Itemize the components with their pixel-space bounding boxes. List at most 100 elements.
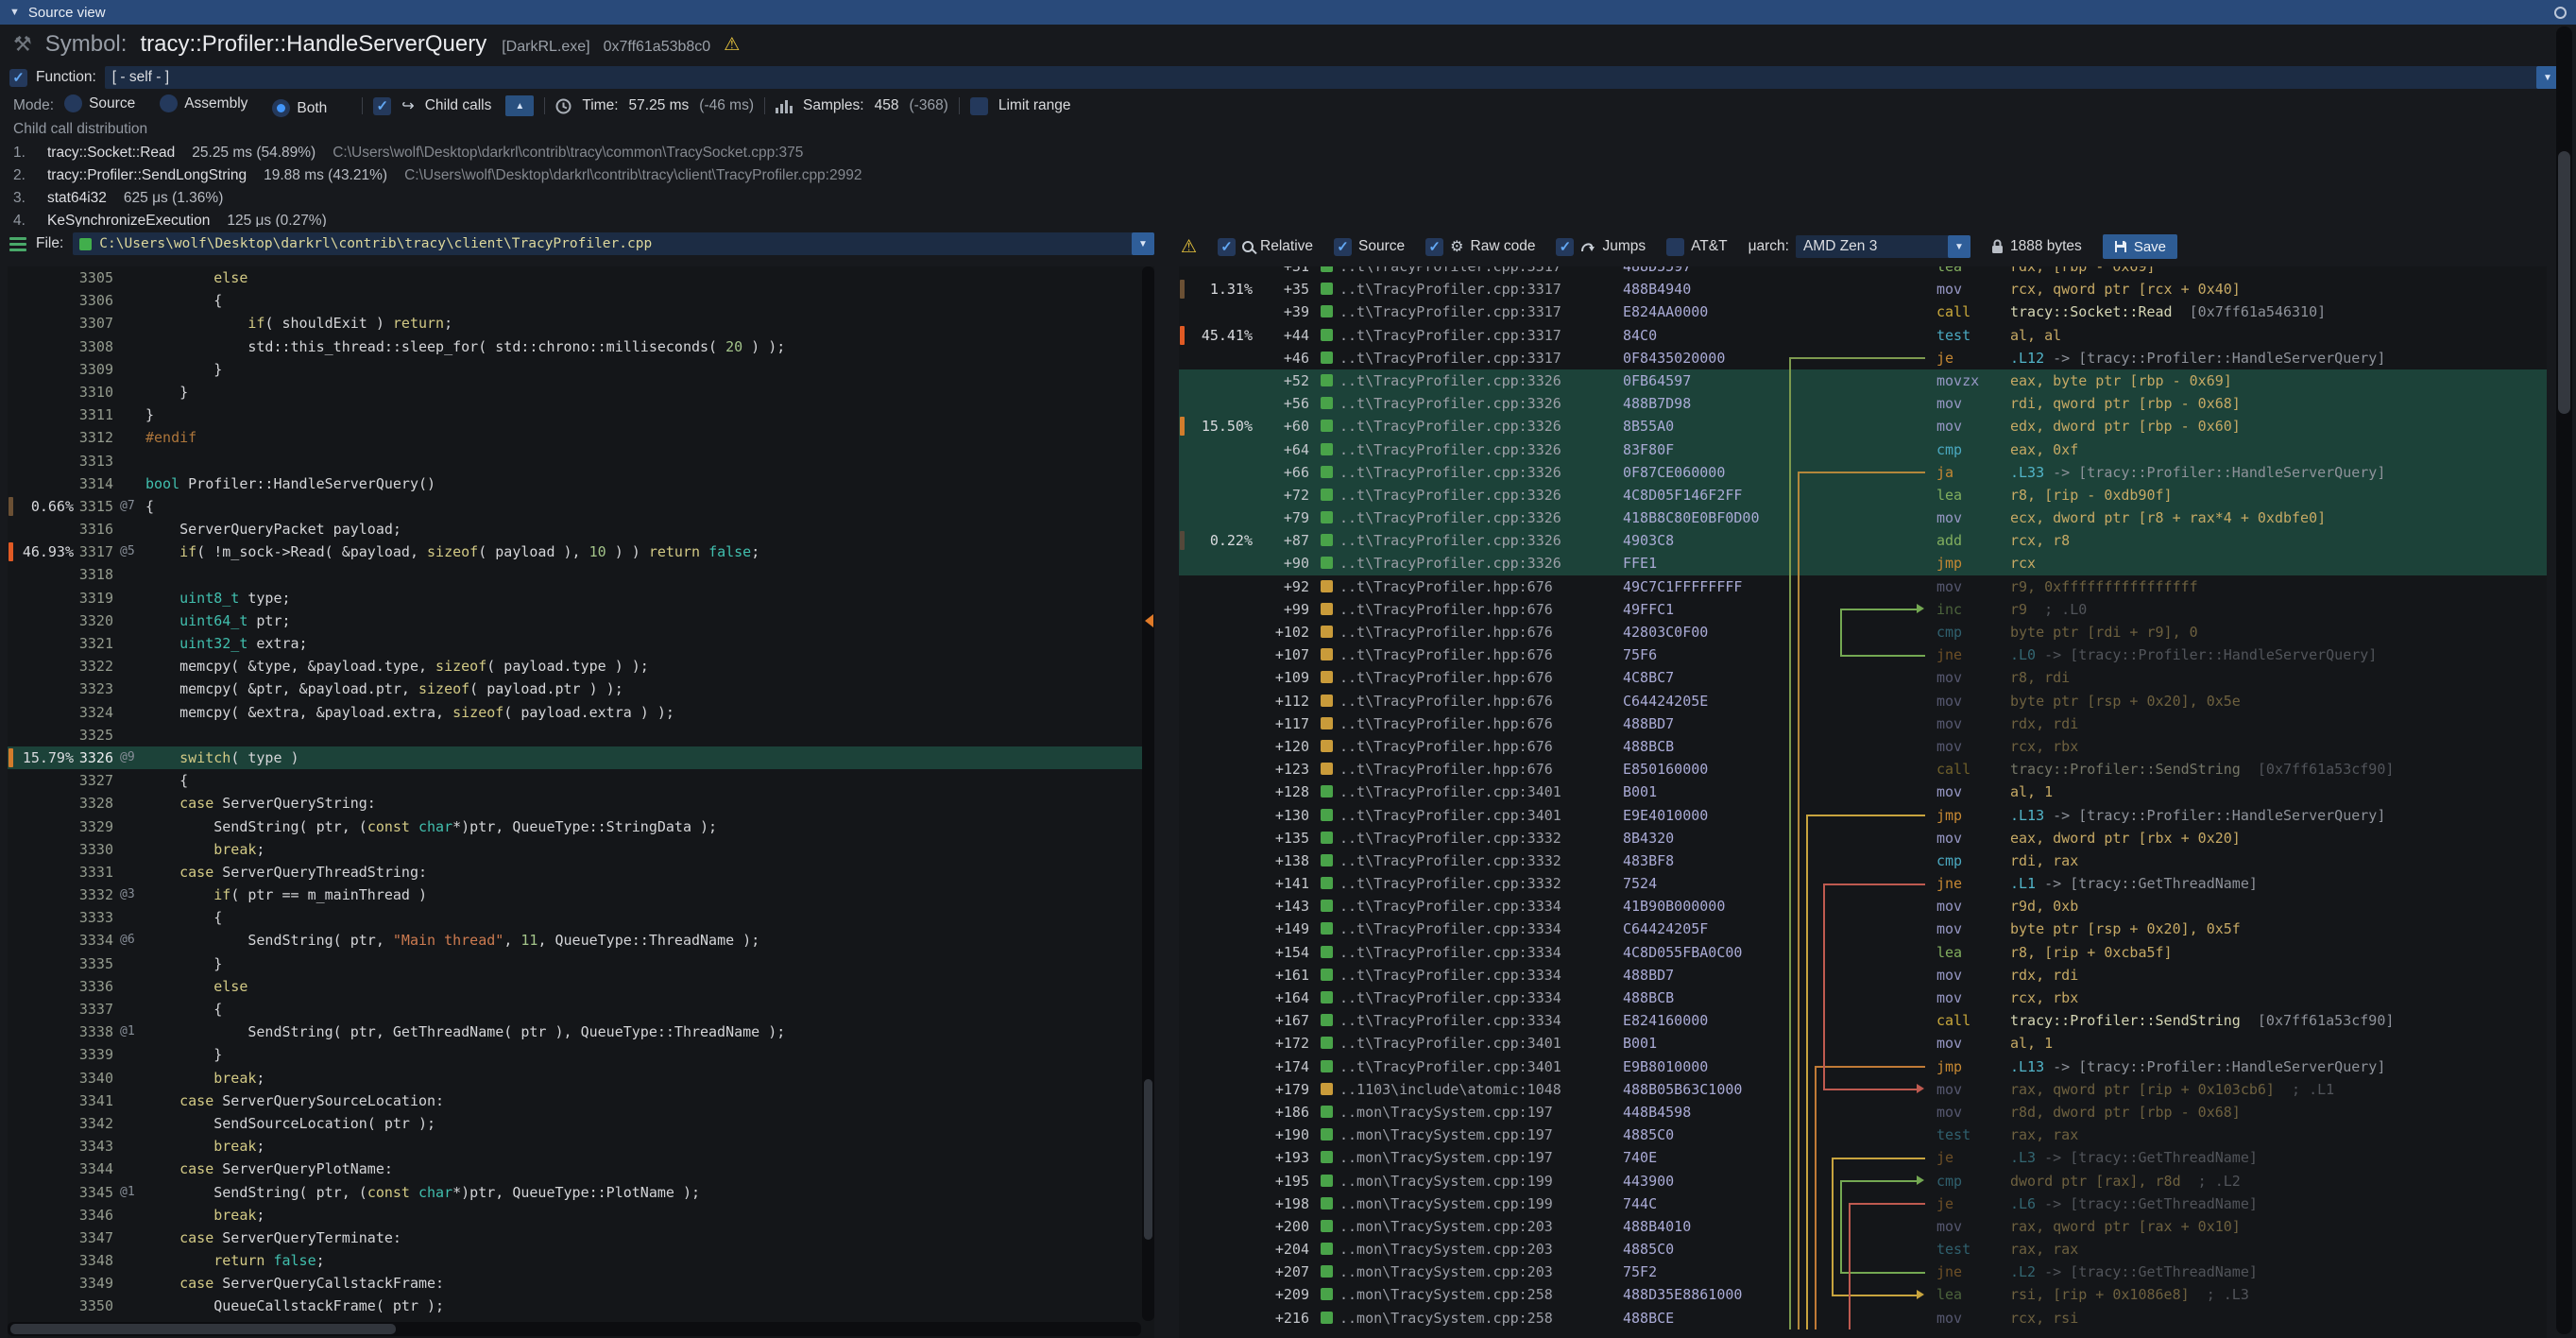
- source-line[interactable]: 3336 else: [8, 975, 1154, 998]
- source-vertical-scrollbar[interactable]: [1142, 266, 1154, 1321]
- asm-row[interactable]: +190..mon\TracySystem.cpp:1974885C0testr…: [1179, 1124, 2547, 1146]
- source-line[interactable]: 3327 {: [8, 769, 1154, 792]
- collapse-icon[interactable]: ▼: [9, 7, 20, 18]
- asm-row[interactable]: +141..t\TracyProfiler.cpp:33327524jne.L1…: [1179, 872, 2547, 895]
- source-line[interactable]: 3346 break;: [8, 1204, 1154, 1226]
- mode-radio-both[interactable]: Both: [272, 99, 327, 117]
- raw-code-checkbox[interactable]: [1425, 238, 1443, 256]
- parent-symbol-button[interactable]: ▲: [505, 95, 534, 116]
- asm-row[interactable]: +123..t\TracyProfiler.hpp:676E850160000c…: [1179, 758, 2547, 780]
- source-line[interactable]: 3345@1 SendString( ptr, (const char*)ptr…: [8, 1181, 1154, 1204]
- source-line[interactable]: 3334@6 SendString( ptr, "Main thread", 1…: [8, 929, 1154, 952]
- close-button[interactable]: [2554, 7, 2567, 19]
- asm-row[interactable]: 0.22%+87..t\TracyProfiler.cpp:33264903C8…: [1179, 529, 2547, 552]
- asm-row[interactable]: 45.41%+44..t\TracyProfiler.cpp:331784C0t…: [1179, 324, 2547, 347]
- source-line[interactable]: 3337 {: [8, 998, 1154, 1021]
- scrollbar-thumb[interactable]: [10, 1324, 396, 1334]
- source-line[interactable]: 46.93%3317@5 if( !m_sock->Read( &payload…: [8, 540, 1154, 563]
- source-line[interactable]: 3330 break;: [8, 838, 1154, 861]
- asm-row[interactable]: +164..t\TracyProfiler.cpp:3334488BCBmovr…: [1179, 986, 2547, 1009]
- source-line[interactable]: 3347 case ServerQueryTerminate:: [8, 1226, 1154, 1249]
- source-line[interactable]: 3313: [8, 450, 1154, 472]
- asm-row[interactable]: +207..mon\TracySystem.cpp:20375F2jne.L2 …: [1179, 1261, 2547, 1283]
- asm-row[interactable]: +90..t\TracyProfiler.cpp:3326FFE1jmprcx: [1179, 552, 2547, 575]
- source-line[interactable]: 3335 }: [8, 952, 1154, 975]
- source-line[interactable]: 3324 memcpy( &extra, &payload.extra, siz…: [8, 701, 1154, 724]
- asm-row[interactable]: +99..t\TracyProfiler.hpp:67649FFC1incr9 …: [1179, 598, 2547, 621]
- child-call-item[interactable]: 1.tracy::Socket::Read25.25 ms (54.89%)C:…: [13, 142, 2557, 164]
- asm-row[interactable]: +66..t\TracyProfiler.cpp:33260F87CE06000…: [1179, 461, 2547, 484]
- uarch-combo[interactable]: AMD Zen 3 ▼: [1796, 235, 1970, 258]
- file-combo[interactable]: C:\Users\wolf\Desktop\darkrl\contrib\tra…: [73, 232, 1154, 255]
- asm-row[interactable]: +92..t\TracyProfiler.hpp:67649C7C1FFFFFF…: [1179, 575, 2547, 598]
- asm-row[interactable]: +204..mon\TracySystem.cpp:2034885C0testr…: [1179, 1238, 2547, 1261]
- limit-range-checkbox[interactable]: [970, 97, 988, 115]
- function-combo[interactable]: [ - self - ] ▼: [105, 66, 2559, 89]
- asm-row[interactable]: +72..t\TracyProfiler.cpp:33264C8D05F146F…: [1179, 484, 2547, 506]
- source-line[interactable]: 3331 case ServerQueryThreadString:: [8, 861, 1154, 883]
- asm-row[interactable]: +109..t\TracyProfiler.hpp:6764C8BC7movr8…: [1179, 666, 2547, 689]
- source-line[interactable]: 15.79%3326@9 switch( type ): [8, 746, 1154, 769]
- asm-row[interactable]: +200..mon\TracySystem.cpp:203488B4010mov…: [1179, 1215, 2547, 1238]
- asm-row[interactable]: +216..mon\TracySystem.cpp:258488BCEmovrc…: [1179, 1307, 2547, 1329]
- asm-row[interactable]: +174..t\TracyProfiler.cpp:3401E9B8010000…: [1179, 1055, 2547, 1078]
- source-line[interactable]: 3343 break;: [8, 1135, 1154, 1158]
- chevron-down-icon[interactable]: ▼: [1948, 235, 1970, 258]
- window-scrollbar[interactable]: [2556, 26, 2572, 1334]
- scrollbar-thumb[interactable]: [2558, 151, 2570, 414]
- source-checkbox[interactable]: [1334, 238, 1352, 256]
- source-line[interactable]: 3333 {: [8, 906, 1154, 929]
- source-line[interactable]: 3314bool Profiler::HandleServerQuery(): [8, 472, 1154, 495]
- asm-row[interactable]: +31..t\TracyProfiler.cpp:3317488D5597lea…: [1179, 266, 2547, 278]
- source-line[interactable]: 3305 else: [8, 266, 1154, 289]
- relative-checkbox[interactable]: [1218, 238, 1236, 256]
- source-line[interactable]: 3344 case ServerQueryPlotName:: [8, 1158, 1154, 1180]
- source-line[interactable]: 3316 ServerQueryPacket payload;: [8, 518, 1154, 540]
- asm-row[interactable]: +195..mon\TracySystem.cpp:199443900cmpdw…: [1179, 1170, 2547, 1192]
- source-horizontal-scrollbar[interactable]: [8, 1322, 1141, 1336]
- source-line[interactable]: 3310 }: [8, 381, 1154, 403]
- source-line[interactable]: 3325: [8, 724, 1154, 746]
- source-line[interactable]: 3350 QueueCallstackFrame( ptr );: [8, 1295, 1154, 1317]
- asm-row[interactable]: +112..t\TracyProfiler.hpp:676C64424205Em…: [1179, 690, 2547, 712]
- asm-row[interactable]: +128..t\TracyProfiler.cpp:3401B001moval,…: [1179, 780, 2547, 803]
- source-line[interactable]: 3342 SendSourceLocation( ptr );: [8, 1112, 1154, 1135]
- mode-radio-assembly[interactable]: Assembly: [160, 94, 247, 112]
- source-line[interactable]: 3311}: [8, 403, 1154, 426]
- asm-row[interactable]: +56..t\TracyProfiler.cpp:3326488B7D98mov…: [1179, 392, 2547, 415]
- function-checkbox[interactable]: [9, 69, 27, 87]
- asm-row[interactable]: +179..1103\include\atomic:1048488B05B63C…: [1179, 1078, 2547, 1101]
- source-line[interactable]: 3309 }: [8, 358, 1154, 381]
- asm-row[interactable]: +79..t\TracyProfiler.cpp:3326418B8C80E0B…: [1179, 506, 2547, 529]
- source-line[interactable]: 3319 uint8_t type;: [8, 587, 1154, 609]
- asm-row[interactable]: +167..t\TracyProfiler.cpp:3334E824160000…: [1179, 1009, 2547, 1032]
- child-calls-checkbox[interactable]: [373, 97, 391, 115]
- mode-radio-source[interactable]: Source: [64, 94, 135, 112]
- source-line[interactable]: 3340 break;: [8, 1067, 1154, 1089]
- source-line[interactable]: 3306 {: [8, 289, 1154, 312]
- source-line[interactable]: 3312#endif: [8, 426, 1154, 449]
- source-line[interactable]: 3339 }: [8, 1043, 1154, 1066]
- source-line[interactable]: 3348 return false;: [8, 1249, 1154, 1272]
- asm-row[interactable]: 1.31%+35..t\TracyProfiler.cpp:3317488B49…: [1179, 278, 2547, 300]
- source-line[interactable]: 3322 memcpy( &type, &payload.type, sizeo…: [8, 655, 1154, 678]
- source-line[interactable]: 3349 case ServerQueryCallstackFrame:: [8, 1272, 1154, 1295]
- source-line[interactable]: 3338@1 SendString( ptr, GetThreadName( p…: [8, 1021, 1154, 1043]
- asm-row[interactable]: +102..t\TracyProfiler.hpp:67642803C0F00c…: [1179, 621, 2547, 643]
- asm-row[interactable]: +52..t\TracyProfiler.cpp:33260FB64597mov…: [1179, 369, 2547, 392]
- asm-row[interactable]: +154..t\TracyProfiler.cpp:33344C8D055FBA…: [1179, 941, 2547, 964]
- chevron-down-icon[interactable]: ▼: [1132, 232, 1154, 255]
- asm-row[interactable]: +161..t\TracyProfiler.cpp:3334488BD7movr…: [1179, 964, 2547, 986]
- source-line[interactable]: 3318: [8, 563, 1154, 586]
- child-call-item[interactable]: 2.tracy::Profiler::SendLongString19.88 m…: [13, 164, 2557, 187]
- source-line[interactable]: 3323 memcpy( &ptr, &payload.ptr, sizeof(…: [8, 678, 1154, 700]
- asm-row[interactable]: +209..mon\TracySystem.cpp:258488D35E8861…: [1179, 1283, 2547, 1306]
- asm-row[interactable]: +186..mon\TracySystem.cpp:197448B4598mov…: [1179, 1101, 2547, 1124]
- source-line[interactable]: 3307 if( shouldExit ) return;: [8, 312, 1154, 334]
- scrollbar-thumb[interactable]: [1144, 1079, 1152, 1240]
- asm-row[interactable]: +46..t\TracyProfiler.cpp:33170F843502000…: [1179, 347, 2547, 369]
- asm-row[interactable]: +143..t\TracyProfiler.cpp:333441B90B0000…: [1179, 895, 2547, 918]
- asm-row[interactable]: +193..mon\TracySystem.cpp:197740Eje.L3 -…: [1179, 1146, 2547, 1169]
- asm-row[interactable]: +172..t\TracyProfiler.cpp:3401B001moval,…: [1179, 1032, 2547, 1055]
- source-line[interactable]: 3308 std::this_thread::sleep_for( std::c…: [8, 335, 1154, 358]
